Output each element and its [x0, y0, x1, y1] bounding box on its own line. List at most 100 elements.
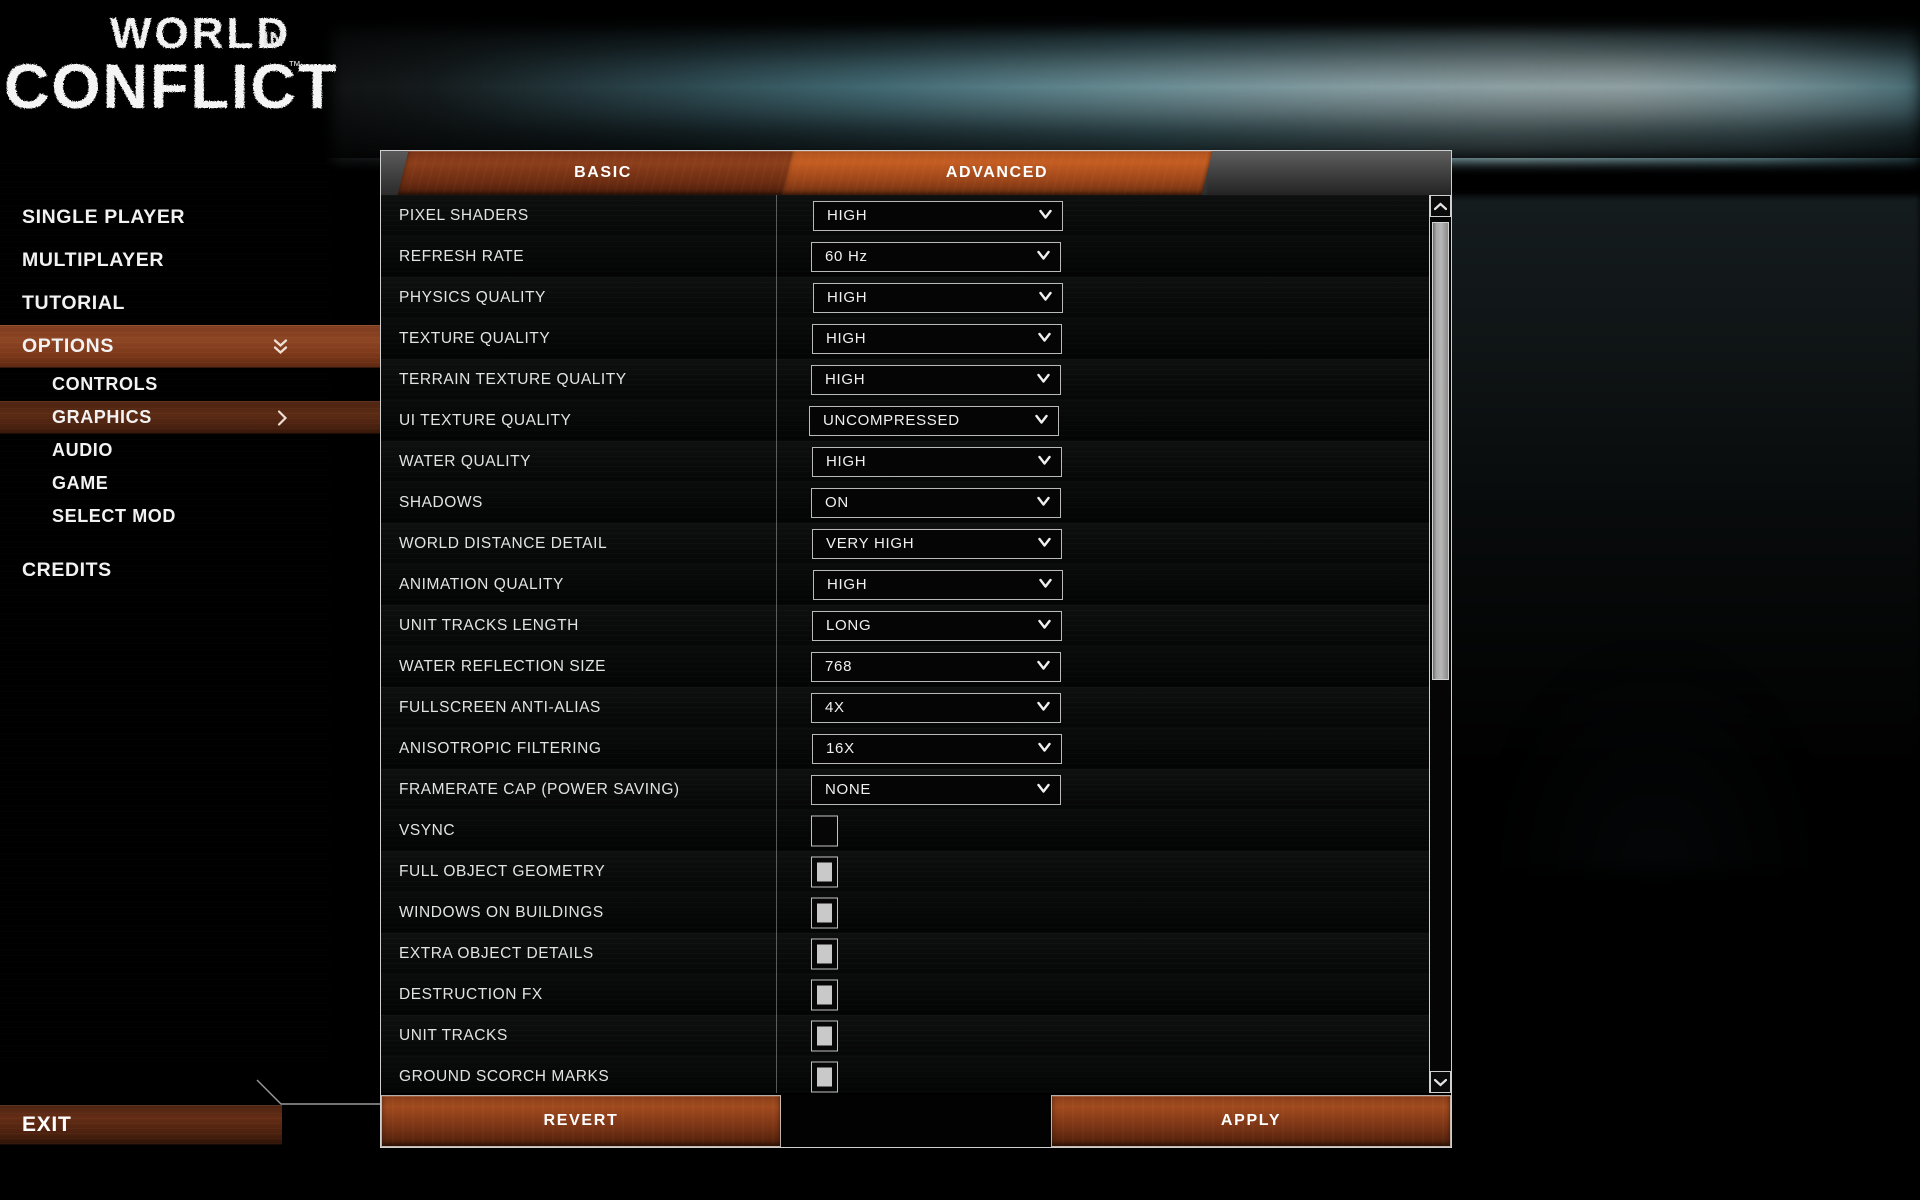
- setting-control: [811, 938, 838, 969]
- sidebar-item-credits[interactable]: CREDITS: [0, 549, 380, 592]
- setting-label: UNIT TRACKS LENGTH: [399, 616, 579, 634]
- setting-dropdown-value: ON: [825, 494, 849, 511]
- setting-control: [811, 897, 838, 928]
- chevron-down-icon: [1037, 494, 1050, 512]
- sidebar-item-graphics[interactable]: GRAPHICS: [0, 401, 380, 434]
- exit-button[interactable]: EXIT: [0, 1105, 282, 1145]
- chevron-down-icon: [1037, 658, 1050, 676]
- chevron-down-icon: [1038, 535, 1051, 553]
- tab-basic[interactable]: BASIC: [397, 151, 809, 195]
- chevron-down-icon: [1434, 1078, 1447, 1086]
- chevron-down-icon: [1037, 781, 1050, 799]
- setting-label: TERRAIN TEXTURE QUALITY: [399, 370, 627, 388]
- setting-dropdown[interactable]: ON: [811, 487, 1061, 518]
- sidebar-item-game[interactable]: GAME: [0, 467, 380, 500]
- chevron-down-icon: [1037, 248, 1050, 266]
- scroll-up-button[interactable]: [1430, 195, 1451, 217]
- setting-checkbox[interactable]: [811, 856, 838, 887]
- setting-checkbox[interactable]: [811, 979, 838, 1010]
- setting-dropdown[interactable]: HIGH: [812, 446, 1062, 477]
- setting-dropdown[interactable]: 768: [811, 651, 1061, 682]
- setting-control: [811, 1020, 838, 1051]
- setting-label: REFRESH RATE: [399, 247, 525, 265]
- setting-label: WORLD DISTANCE DETAIL: [399, 534, 608, 552]
- sidebar-item-label: TUTORIAL: [22, 292, 126, 314]
- tab-bar-filler: [1207, 151, 1451, 195]
- setting-dropdown[interactable]: HIGH: [813, 569, 1063, 600]
- exit-button-label: EXIT: [22, 1113, 72, 1136]
- setting-dropdown[interactable]: 60 Hz: [811, 241, 1061, 272]
- setting-control: 4X: [811, 692, 1061, 723]
- checkbox-fill-icon: [817, 1026, 832, 1045]
- scrollbar-thumb[interactable]: [1432, 222, 1449, 680]
- scroll-down-button[interactable]: [1430, 1071, 1451, 1093]
- chevron-down-icon: [1038, 330, 1051, 348]
- setting-dropdown[interactable]: HIGH: [813, 200, 1063, 231]
- setting-row: UNIT TRACKS: [381, 1015, 1439, 1056]
- setting-dropdown[interactable]: VERY HIGH: [812, 528, 1062, 559]
- chevron-down-icon: [1039, 289, 1052, 307]
- setting-control: VERY HIGH: [812, 528, 1062, 559]
- options-panel: BASIC ADVANCED PIXEL SHADERS HIGH REFRESH …: [380, 150, 1452, 1148]
- checkbox-fill-icon: [817, 862, 832, 881]
- setting-dropdown[interactable]: NONE: [811, 774, 1061, 805]
- sidebar-item-controls[interactable]: CONTROLS: [0, 368, 380, 401]
- setting-checkbox[interactable]: [811, 1020, 838, 1051]
- settings-scrollbar[interactable]: [1429, 195, 1451, 1093]
- background-terrain-shadow: [1490, 650, 1820, 870]
- sidebar-item-options[interactable]: OPTIONS: [0, 325, 380, 368]
- setting-row: UNIT TRACKS LENGTH LONG: [381, 605, 1439, 646]
- setting-dropdown-value: HIGH: [825, 371, 866, 388]
- setting-control: HIGH: [812, 446, 1062, 477]
- apply-button[interactable]: APPLY: [1051, 1095, 1451, 1147]
- setting-dropdown[interactable]: HIGH: [813, 282, 1063, 313]
- checkbox-fill-icon: [817, 944, 832, 963]
- setting-dropdown[interactable]: HIGH: [811, 364, 1061, 395]
- revert-button[interactable]: REVERT: [381, 1095, 781, 1147]
- setting-row: WATER QUALITY HIGH: [381, 441, 1439, 482]
- setting-dropdown[interactable]: LONG: [812, 610, 1062, 641]
- setting-checkbox[interactable]: [811, 815, 838, 846]
- setting-dropdown-value: 60 Hz: [825, 248, 868, 265]
- setting-control: UNCOMPRESSED: [809, 405, 1059, 436]
- setting-control: NONE: [811, 774, 1061, 805]
- setting-dropdown-value: HIGH: [826, 453, 867, 470]
- sidebar-item-single-player[interactable]: SINGLE PLAYER: [0, 196, 380, 239]
- sidebar-item-select-mod[interactable]: SELECT MOD: [0, 500, 380, 533]
- chevron-down-icon: [1039, 576, 1052, 594]
- setting-row: FULLSCREEN ANTI-ALIAS 4X: [381, 687, 1439, 728]
- chevron-down-icon: [1039, 207, 1052, 225]
- setting-dropdown-value: NONE: [825, 781, 872, 798]
- setting-label: VSYNC: [399, 821, 456, 839]
- setting-dropdown-value: HIGH: [826, 330, 867, 347]
- sidebar-item-multiplayer[interactable]: MULTIPLAYER: [0, 239, 380, 282]
- chevron-down-icon: [1038, 617, 1051, 635]
- setting-label: EXTRA OBJECT DETAILS: [399, 944, 594, 962]
- setting-label: WINDOWS ON BUILDINGS: [399, 903, 604, 921]
- setting-dropdown[interactable]: 16X: [812, 733, 1062, 764]
- chevron-right-icon: [277, 409, 288, 426]
- apply-button-label: APPLY: [1220, 1112, 1282, 1129]
- setting-row: FULL OBJECT GEOMETRY: [381, 851, 1439, 892]
- setting-control: HIGH: [813, 200, 1063, 231]
- setting-label: FRAMERATE CAP (POWER SAVING): [399, 780, 680, 798]
- setting-checkbox[interactable]: [811, 938, 838, 969]
- setting-dropdown[interactable]: HIGH: [812, 323, 1062, 354]
- setting-row: EXTRA OBJECT DETAILS: [381, 933, 1439, 974]
- setting-row: FRAMERATE CAP (POWER SAVING) NONE: [381, 769, 1439, 810]
- setting-row: PIXEL SHADERS HIGH: [381, 195, 1439, 236]
- setting-checkbox[interactable]: [811, 1061, 838, 1092]
- settings-list: PIXEL SHADERS HIGH REFRESH RATE 60 Hz PHYSIC…: [381, 195, 1439, 1093]
- setting-dropdown-value: HIGH: [827, 207, 868, 224]
- setting-label: FULLSCREEN ANTI-ALIAS: [399, 698, 601, 716]
- setting-dropdown[interactable]: 4X: [811, 692, 1061, 723]
- tab-bar: BASIC ADVANCED: [381, 151, 1451, 195]
- setting-dropdown[interactable]: UNCOMPRESSED: [809, 405, 1059, 436]
- chevron-down-icon: [1037, 371, 1050, 389]
- sidebar-item-audio[interactable]: AUDIO: [0, 434, 380, 467]
- tab-advanced[interactable]: ADVANCED: [781, 151, 1213, 195]
- setting-dropdown-value: VERY HIGH: [826, 535, 915, 552]
- sidebar-item-tutorial[interactable]: TUTORIAL: [0, 282, 380, 325]
- sidebar-item-label: GAME: [52, 473, 109, 493]
- setting-checkbox[interactable]: [811, 897, 838, 928]
